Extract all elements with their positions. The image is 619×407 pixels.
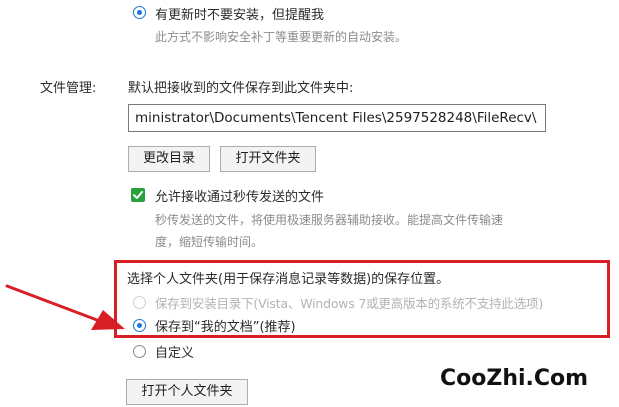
allow-flash-transfer-checkbox[interactable] [131, 188, 145, 202]
radio-save-my-documents[interactable] [133, 319, 146, 332]
file-management-label: 文件管理: [40, 81, 97, 96]
save-install-dir-label: 保存到安装目录下(Vista、Windows 7或更高版本的系统不支持此选项) [155, 296, 544, 311]
radio-custom[interactable] [133, 345, 146, 358]
open-folder-button[interactable]: 打开文件夹 [220, 146, 316, 172]
change-directory-button[interactable]: 更改目录 [128, 146, 210, 172]
flash-transfer-description-line1: 秒传发送的文件，将使用极速服务器辅助接收。能提高文件传输速 [155, 213, 504, 227]
red-arrow-icon [5, 284, 125, 330]
receive-folder-path-field[interactable]: ministrator\Documents\Tencent Files\2597… [128, 104, 546, 132]
radio-save-install-dir[interactable] [133, 296, 146, 309]
update-option-description: 此方式不影响安全补丁等重要更新的自动安装。 [155, 30, 408, 44]
personal-folder-heading: 选择个人文件夹(用于保存消息记录等数据)的保存位置。 [127, 272, 450, 287]
allow-flash-transfer-label: 允许接收通过秒传发送的文件 [155, 190, 325, 205]
custom-option-label: 自定义 [155, 346, 195, 361]
checkmark-icon [133, 191, 143, 199]
save-location-prompt: 默认把接收到的文件保存到此文件夹中: [128, 81, 354, 96]
radio-update-remind[interactable] [133, 6, 146, 19]
save-my-documents-label: 保存到“我的文档”(推荐) [155, 320, 296, 335]
update-option-label: 有更新时不要安装，但提醒我 [155, 8, 325, 23]
open-personal-folder-button[interactable]: 打开个人文件夹 [126, 379, 248, 405]
flash-transfer-description-line2: 度，缩短传输时间。 [155, 235, 264, 249]
watermark-text: CooZhi.Com [440, 366, 589, 391]
